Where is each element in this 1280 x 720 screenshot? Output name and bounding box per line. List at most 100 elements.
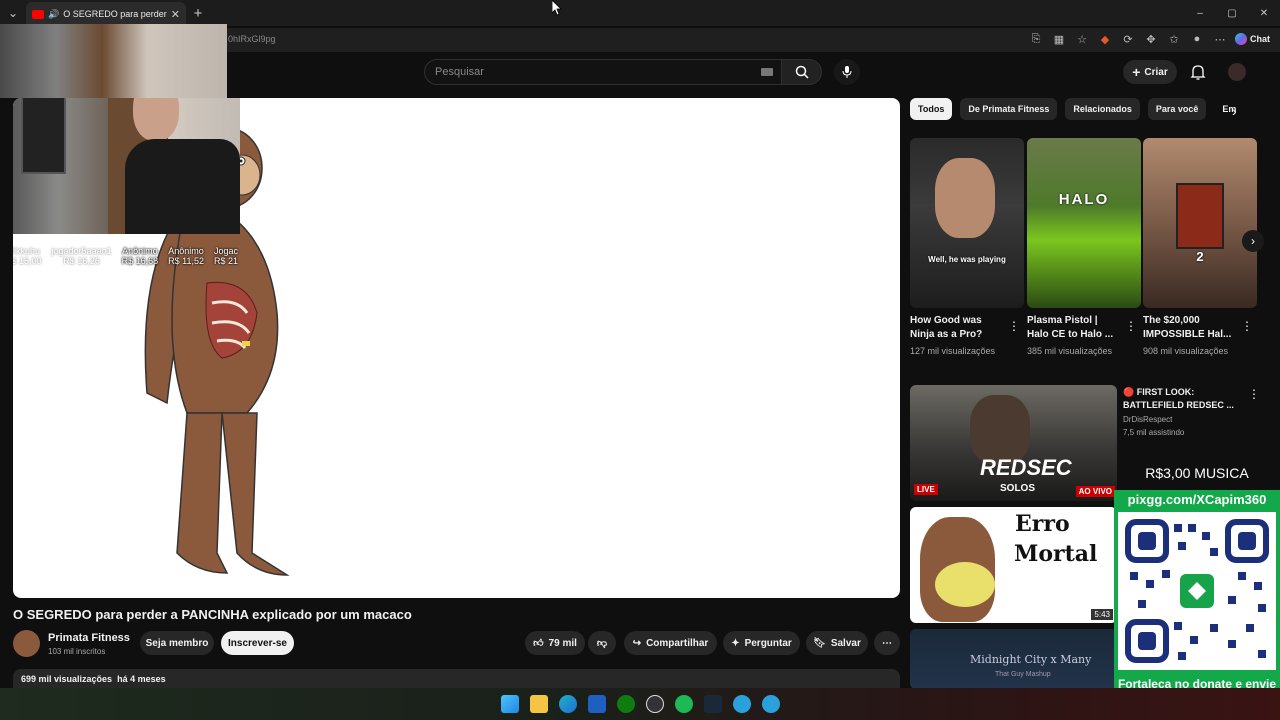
browser-tab-bar: ⌄ 🔊 O SEGREDO para perder a PA ✕ + – ▢ ✕ [0,0,1280,26]
chip-from-channel[interactable]: De Primata Fitness [960,98,1058,120]
microphone-icon [842,66,852,78]
sparkle-icon: ✦ [731,637,740,649]
chip-related[interactable]: Relacionados [1065,98,1140,120]
tab-title: O SEGREDO para perder a PA [63,9,167,19]
copilot-chat-button[interactable]: Chat [1235,31,1270,47]
short-thumbnail[interactable]: 2 [1143,138,1257,308]
ao-vivo-badge: AO VIVO [1075,486,1115,497]
donor-item: MikkuhuR$ 15,00 [13,246,42,266]
chip-for-you[interactable]: Para você [1147,98,1207,120]
telegram-icon-2[interactable] [761,695,780,713]
favorite-star-icon[interactable]: ☆ [1074,31,1090,47]
obs-icon[interactable] [645,695,664,713]
save-button[interactable]: 🔖︎ Salvar [806,631,868,655]
ask-button[interactable]: ✦ Perguntar [723,631,800,655]
donor-strip: MikkuhuR$ 15,00 jogador5aaao1R$ 16,26 An… [13,246,238,266]
recommendation-thumbnail[interactable]: Midnight City x Many That Guy Mashup [910,629,1117,689]
minimize-button[interactable]: – [1184,0,1216,26]
subscribe-button[interactable]: Inscrever-se [221,631,294,655]
profile-icon[interactable]: ● [1189,31,1205,47]
thumb-belly [935,562,995,607]
search-input[interactable]: Pesquisar [424,59,782,85]
plus-icon: + [1132,64,1141,80]
recommendation-title[interactable]: 🔴 FIRST LOOK: BATTLEFIELD REDSEC ... [1123,386,1238,412]
recommendation-menu-icon[interactable]: ⋮ [1248,388,1260,400]
video-player[interactable]: MikkuhuR$ 15,00 jogador5aaao1R$ 16,26 An… [13,98,900,598]
recommendation-channel[interactable]: DrDisRespect [1123,415,1172,424]
outlook-icon[interactable] [587,695,606,713]
channel-name[interactable]: Primata Fitness [48,632,130,644]
refresh-extension-icon[interactable]: ⟳ [1120,31,1136,47]
short-views: 385 mil visualizações [1027,346,1113,356]
donor-item: jogador5aaao1 R$ 16,26 [51,246,112,266]
translate-icon[interactable]: ⎘ [1028,31,1044,47]
chip-all[interactable]: Todos [910,98,953,120]
thumb-sub-text: SOLOS [1000,483,1036,494]
steam-icon[interactable] [703,695,722,713]
like-button[interactable]: 👍︎ 79 mil [525,631,585,655]
create-label: Criar [1144,66,1168,78]
favorites-icon[interactable]: ✩ [1166,31,1182,47]
short-caption: 2 [1196,249,1204,264]
dislike-button[interactable]: 👎︎ [588,631,616,655]
shorts-next-arrow-icon[interactable]: › [1242,230,1264,252]
restore-button[interactable]: ▢ [1216,0,1248,26]
short-title[interactable]: The $20,000 IMPOSSIBLE Hal... [1143,314,1235,342]
search-placeholder: Pesquisar [435,66,484,78]
xbox-icon[interactable] [616,695,635,713]
spotify-icon[interactable] [674,695,693,713]
split-screen-icon[interactable]: ▦ [1051,31,1067,47]
thumbs-down-icon: 👎︎ [596,638,608,649]
mouse-cursor-icon [552,0,562,16]
recommendation-thumbnail[interactable]: Erro Mortal 5:43 [910,507,1117,623]
edge-browser-icon[interactable] [558,695,577,713]
chat-label: Chat [1250,34,1270,44]
telegram-icon[interactable] [732,695,751,713]
more-actions-button[interactable]: ⋯ [874,631,900,655]
create-button[interactable]: + Criar [1123,60,1177,84]
channel-avatar[interactable] [13,630,40,657]
short-caption: Well, he was playing [928,255,1006,264]
extensions-puzzle-icon[interactable]: ✥ [1143,31,1159,47]
tab-close-icon[interactable]: ✕ [171,8,180,21]
share-button[interactable]: ↪ Compartilhar [624,631,717,655]
short-thumb-game-box [1176,183,1224,249]
short-menu-icon[interactable]: ⋮ [1125,320,1137,332]
extension-icon[interactable]: ◆ [1097,31,1113,47]
thumb-text-2: That Guy Mashup [995,671,1051,678]
windows-start-icon[interactable] [500,695,519,713]
speaker-icon[interactable]: 🔊 [48,9,59,20]
recommendation-meta: 7,5 mil assistindo [1123,428,1185,437]
short-thumbnail[interactable]: Well, he was playing [910,138,1024,308]
bookmark-icon: 🔖︎ [813,637,826,649]
copilot-icon [1235,33,1247,45]
webcam-overlay-top [0,24,227,98]
video-title: O SEGREDO para perder a PANCINHA explica… [13,607,412,622]
browser-tab-active[interactable]: 🔊 O SEGREDO para perder a PA ✕ [26,2,186,26]
recommendation-thumbnail[interactable]: REDSEC SOLOS LIVE AO VIVO [910,385,1117,501]
voice-search-button[interactable] [834,59,860,85]
short-title[interactable]: Plasma Pistol | Halo CE to Halo ... [1027,314,1119,342]
file-explorer-icon[interactable] [529,695,548,713]
url-text[interactable]: 0hIRxGl9pg [228,34,276,44]
new-tab-button[interactable]: + [186,5,210,22]
short-menu-icon[interactable]: ⋮ [1241,320,1253,332]
short-views: 908 mil visualizações [1143,346,1229,356]
user-avatar[interactable] [1228,63,1246,81]
join-button[interactable]: Seja membro [140,631,214,655]
notifications-bell-icon[interactable] [1189,63,1207,81]
short-title[interactable]: How Good was Ninja as a Pro? [910,314,1002,342]
short-thumb-person [935,158,995,238]
short-menu-icon[interactable]: ⋮ [1008,320,1020,332]
share-icon: ↪ [632,637,642,649]
search-button[interactable] [782,59,822,85]
keyboard-icon[interactable] [761,68,773,76]
close-window-button[interactable]: ✕ [1248,0,1280,26]
more-menu-icon[interactable]: ⋯ [1212,31,1228,47]
toolbar-icons: ⎘ ▦ ☆ ◆ ⟳ ✥ ✩ ● ⋯ Chat [1028,31,1270,47]
tab-list-chevron-icon[interactable]: ⌄ [0,0,26,26]
chips-next-arrow-icon[interactable]: › [1232,103,1248,119]
short-thumbnail[interactable]: HALO [1027,138,1141,308]
thumb-title-text: REDSEC [980,455,1072,480]
donor-item: Anônimo R$ 16,68 [121,246,159,266]
